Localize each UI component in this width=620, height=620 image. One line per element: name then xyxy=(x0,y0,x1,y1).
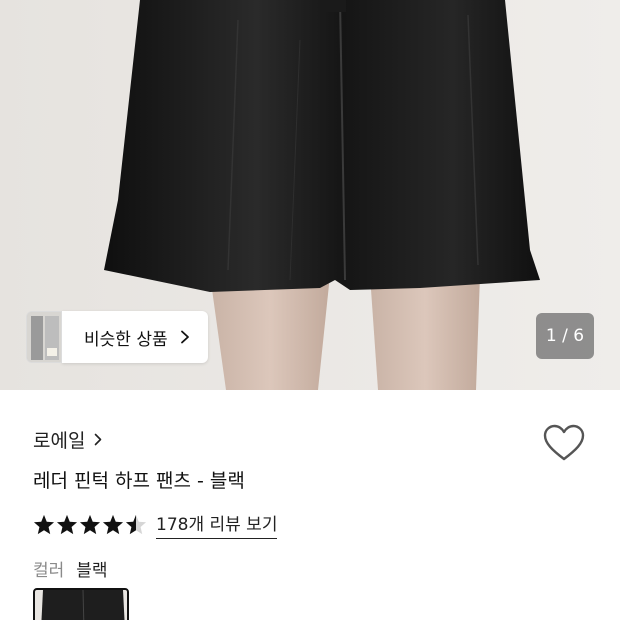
option-label: 컬러 xyxy=(33,561,65,581)
image-page-counter: 1 / 6 xyxy=(536,313,594,359)
star-rating xyxy=(33,514,148,535)
chevron-right-icon xyxy=(180,330,190,344)
similar-products-thumbnail xyxy=(26,311,62,363)
similar-products-pill[interactable]: 비슷한 상품 xyxy=(62,311,208,363)
color-swatch-selected[interactable] xyxy=(33,588,129,620)
star-icon xyxy=(33,514,55,535)
option-value: 블랙 xyxy=(76,561,108,581)
brand-name: 로에일 xyxy=(33,430,86,452)
heart-outline-icon[interactable] xyxy=(542,423,586,463)
color-option-row: 컬러 블랙 xyxy=(33,556,108,581)
star-icon xyxy=(56,514,78,535)
product-title: 레더 핀턱 하프 팬츠 - 블랙 xyxy=(33,470,245,492)
star-icon xyxy=(79,514,101,535)
star-half-icon xyxy=(125,514,147,535)
similar-products-label: 비슷한 상품 xyxy=(84,329,168,350)
review-link[interactable]: 178개 리뷰 보기 xyxy=(156,510,278,539)
chevron-right-icon xyxy=(94,433,102,446)
rating-row: 178개 리뷰 보기 xyxy=(33,510,278,539)
brand-link[interactable]: 로에일 xyxy=(33,426,102,453)
star-icon xyxy=(102,514,124,535)
similar-products-button[interactable]: 비슷한 상품 xyxy=(26,311,208,363)
product-image-carousel[interactable]: 비슷한 상품 1 / 6 xyxy=(0,0,620,390)
product-info-section: 로에일 레더 핀턱 하프 팬츠 - 블랙 178개 리뷰 보기 컬러 블랙 xyxy=(0,390,620,620)
